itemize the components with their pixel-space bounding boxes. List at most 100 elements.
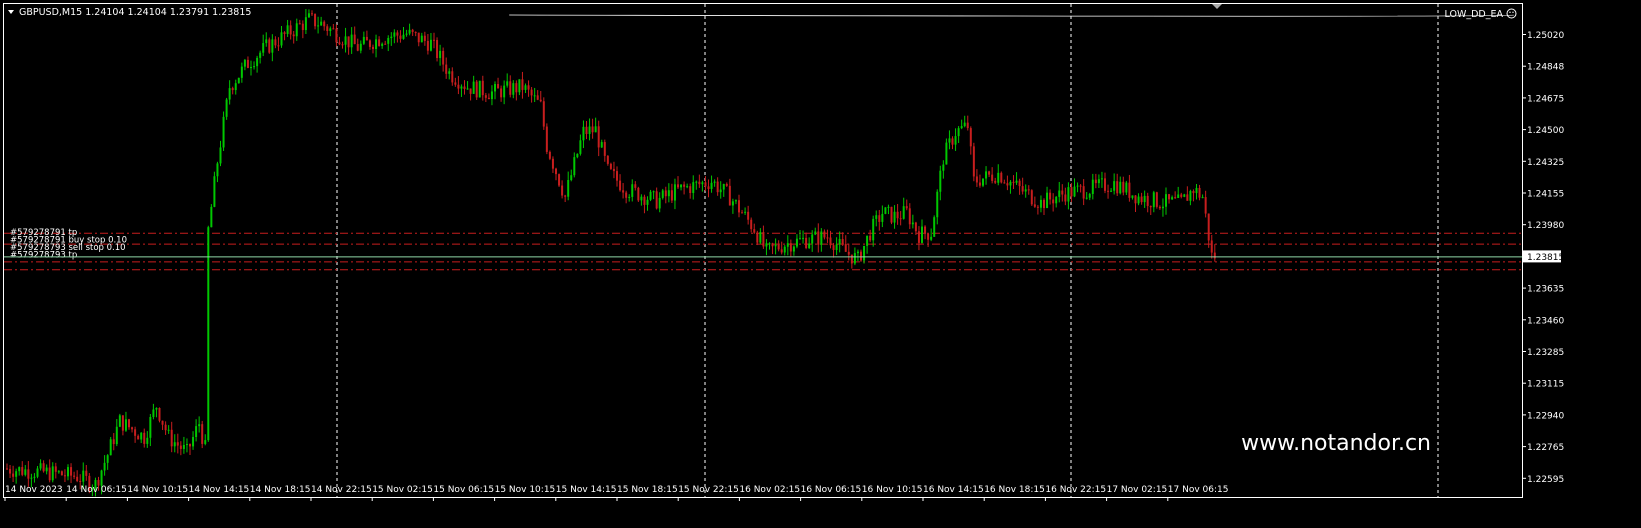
candle-body bbox=[759, 232, 762, 243]
candle-body bbox=[1085, 197, 1088, 199]
candle-body bbox=[518, 79, 521, 93]
candle-body bbox=[1030, 190, 1033, 205]
candle-body bbox=[506, 81, 509, 86]
candle-body bbox=[677, 184, 679, 188]
candle-body bbox=[774, 244, 777, 247]
candle-body bbox=[985, 171, 988, 179]
candle-body bbox=[640, 196, 643, 201]
candle-body bbox=[292, 34, 295, 37]
candle-body bbox=[747, 211, 750, 220]
candle-body bbox=[137, 435, 140, 440]
candle-body bbox=[548, 151, 551, 159]
candle-body bbox=[204, 440, 207, 444]
candle-body bbox=[805, 237, 808, 249]
candle-body bbox=[173, 442, 176, 447]
smiley-eye-left bbox=[1509, 11, 1511, 13]
time-label: 17 Nov 06:15 bbox=[1168, 485, 1229, 495]
candle-body bbox=[48, 467, 51, 481]
candle-body bbox=[826, 237, 829, 239]
candle-body bbox=[1012, 181, 1015, 183]
time-axis[interactable]: 14 Nov 2023 14 Nov 06:15 14 Nov 10:15 14 No… bbox=[4, 485, 1229, 501]
candle-body bbox=[39, 463, 42, 469]
candle-body bbox=[460, 86, 463, 89]
candle-body bbox=[799, 238, 801, 240]
candle-body bbox=[1165, 194, 1167, 207]
time-label: 14 Nov 2023 bbox=[5, 485, 63, 495]
candle-body bbox=[259, 52, 262, 58]
candle-body bbox=[951, 138, 954, 145]
candle-body bbox=[521, 79, 524, 90]
candle-body bbox=[878, 215, 881, 222]
price-chart[interactable]: #579278791 tp#579278791 buy stop 0.10#57… bbox=[0, 0, 1641, 524]
candle-body bbox=[683, 184, 686, 187]
candle-body bbox=[1033, 204, 1036, 207]
candle-body bbox=[664, 190, 667, 197]
candle-body bbox=[963, 122, 966, 127]
candle-body bbox=[585, 126, 588, 135]
candle-body bbox=[719, 189, 722, 193]
candle-body bbox=[1134, 195, 1137, 204]
candle-body bbox=[789, 243, 792, 252]
candle-body bbox=[1171, 197, 1174, 200]
price-label: 1.22765 bbox=[1527, 443, 1564, 453]
price-label: 1.23285 bbox=[1527, 348, 1564, 358]
candle-body bbox=[246, 59, 249, 68]
candle-body bbox=[786, 243, 789, 247]
chart-window[interactable]: #579278791 tp #579278791 buy stop 0.10 #57… bbox=[0, 0, 1641, 524]
candle-body bbox=[384, 43, 387, 45]
candle-body bbox=[728, 185, 731, 206]
time-label: 16 Nov 22:15 bbox=[1045, 485, 1106, 495]
time-label: 14 Nov 14:15 bbox=[189, 485, 250, 495]
candle-body bbox=[393, 32, 396, 37]
candle-body bbox=[1097, 179, 1100, 184]
candle-body bbox=[841, 239, 844, 244]
candle-body bbox=[201, 424, 204, 444]
candle-body bbox=[692, 182, 695, 194]
candle-body bbox=[820, 231, 823, 245]
price-axis[interactable]: 1.25020 1.24848 1.24675 1.24500 1.24325 1.241… bbox=[1522, 31, 1564, 485]
candle-body bbox=[85, 470, 88, 476]
candle-body bbox=[484, 95, 487, 98]
candle-body bbox=[42, 463, 45, 472]
candle-body bbox=[304, 17, 307, 31]
expert-name: LOW_DD_EA bbox=[1445, 9, 1504, 20]
candle-body bbox=[67, 467, 69, 477]
candle-body bbox=[1210, 240, 1213, 253]
candle-body bbox=[1213, 252, 1216, 259]
candle-body bbox=[927, 233, 930, 240]
candle-body bbox=[442, 50, 445, 65]
price-label: 1.22595 bbox=[1527, 475, 1564, 485]
candle-body bbox=[347, 36, 350, 48]
candle-body bbox=[783, 246, 786, 253]
time-label: 15 Nov 06:15 bbox=[433, 485, 494, 495]
candle-body bbox=[741, 212, 744, 214]
candle-body bbox=[1174, 197, 1177, 199]
candle-body bbox=[921, 226, 923, 243]
candle-body bbox=[997, 172, 1000, 183]
candle-body bbox=[429, 39, 432, 51]
candle-body bbox=[1168, 194, 1171, 200]
candle-body bbox=[603, 142, 606, 156]
smiley-eye-right bbox=[1512, 11, 1514, 13]
candle-body bbox=[634, 184, 637, 188]
candle-body bbox=[445, 64, 448, 74]
candle-body bbox=[1152, 192, 1155, 208]
candle-body bbox=[551, 158, 554, 169]
candle-body bbox=[356, 44, 359, 51]
candle-body bbox=[451, 71, 454, 83]
candle-body bbox=[628, 196, 631, 198]
candle-body bbox=[561, 185, 564, 196]
candle-body bbox=[399, 35, 402, 39]
candle-body bbox=[835, 244, 838, 251]
candle-body bbox=[924, 226, 927, 234]
symbol-header[interactable]: GBPUSD,M15 1.24104 1.24104 1.23791 1.238… bbox=[8, 7, 251, 18]
candle-body bbox=[795, 238, 798, 247]
candle-body bbox=[472, 81, 475, 94]
candle-body bbox=[18, 467, 21, 472]
candle-body bbox=[390, 36, 393, 39]
candle-body bbox=[591, 126, 594, 133]
candle-body bbox=[646, 199, 649, 205]
candle-body bbox=[573, 157, 576, 176]
candle-body bbox=[917, 231, 920, 243]
candle-body bbox=[256, 57, 259, 67]
